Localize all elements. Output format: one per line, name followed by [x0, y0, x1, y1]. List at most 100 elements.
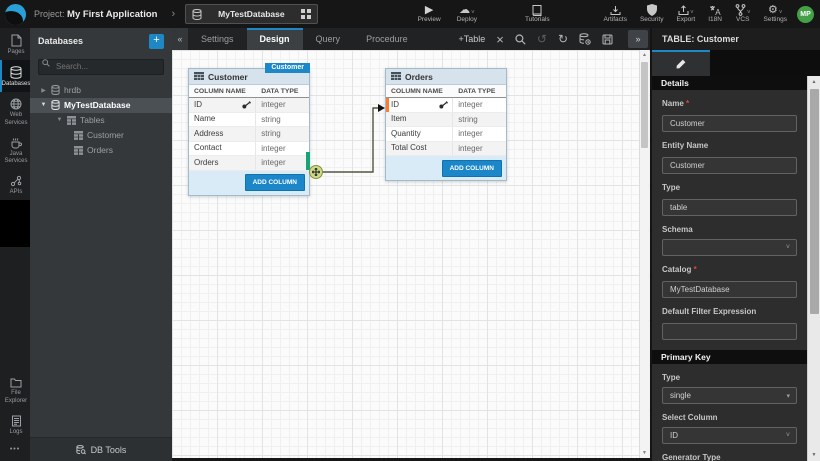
entity-orders[interactable]: Orders COLUMN NAME DATA TYPE ID integer …: [385, 68, 507, 181]
artifacts-button[interactable]: Artifacts: [603, 4, 626, 24]
entity-customer[interactable]: Customer Customer COLUMN NAME DATA TYPE …: [188, 68, 310, 196]
delete-icon[interactable]: ×: [496, 33, 504, 46]
add-column-button[interactable]: ADD COLUMN: [245, 174, 305, 191]
undo-icon[interactable]: ↺: [537, 33, 547, 45]
type-field[interactable]: [662, 199, 797, 216]
name-field[interactable]: [662, 115, 797, 132]
play-icon: ▶: [425, 4, 433, 16]
scroll-down-icon[interactable]: ▼: [640, 450, 649, 456]
inspector-vertical-scrollbar[interactable]: ▲ ▼: [807, 76, 820, 461]
generator-type-label: Generator Type: [662, 453, 797, 461]
relation-move-anchor[interactable]: [309, 165, 323, 179]
zoom-search-icon[interactable]: [515, 34, 526, 45]
tree-item-mytestdatabase[interactable]: ▼ MyTestDatabase: [30, 98, 172, 113]
search-input[interactable]: [38, 59, 164, 75]
rail-dark-panel: [0, 200, 30, 247]
column-row-item[interactable]: Item string: [386, 113, 506, 128]
redo-icon[interactable]: ↻: [558, 33, 568, 45]
schema-select[interactable]: ˅: [662, 239, 797, 256]
db-update-icon[interactable]: [579, 33, 591, 45]
design-tab-bar: « Settings Design Query Procedure +Table…: [172, 28, 650, 50]
entity-name-field[interactable]: [662, 157, 797, 174]
filter-expression-label: Default Filter Expression: [662, 307, 797, 316]
db-tools-button[interactable]: DB Tools: [30, 437, 172, 461]
chevron-down-icon: ˅: [786, 432, 790, 439]
user-avatar[interactable]: MP: [797, 6, 814, 23]
vcs-button[interactable]: ˅ VCS: [735, 4, 751, 24]
database-icon: [51, 85, 60, 95]
select-column-label: Select Column: [662, 413, 797, 422]
tab-settings[interactable]: Settings: [188, 28, 247, 50]
section-primary-key: Primary Key: [652, 350, 807, 364]
scroll-down-icon[interactable]: ▼: [808, 452, 820, 458]
sidebar-item-databases[interactable]: Databases: [0, 60, 30, 92]
select-column-select[interactable]: ID ˅: [662, 427, 797, 444]
column-row-id[interactable]: ID integer: [386, 98, 506, 113]
caret-expanded-icon[interactable]: ▼: [40, 102, 47, 108]
column-row-orders[interactable]: Orders integer: [189, 156, 309, 171]
search-icon: [42, 59, 50, 67]
canvas-vertical-scrollbar[interactable]: ▲ ▼: [639, 50, 649, 458]
db-tools-icon: [76, 445, 86, 455]
pk-type-select[interactable]: single ▾: [662, 387, 797, 404]
filter-expression-field[interactable]: [662, 323, 797, 340]
entity-header[interactable]: Orders: [386, 69, 506, 85]
table-icon: [67, 116, 76, 125]
sidebar-item-logs[interactable]: Logs: [0, 409, 30, 440]
sidebar-item-file-explorer[interactable]: File Explorer: [0, 371, 30, 408]
wavemaker-logo-icon[interactable]: [5, 4, 26, 25]
i18n-button[interactable]: A I18N: [708, 4, 722, 24]
collapse-panel-button[interactable]: «: [172, 28, 188, 50]
page-icon: [11, 34, 22, 47]
caret-expanded-icon[interactable]: ▼: [56, 117, 63, 123]
tree-item-tables[interactable]: ▼ Tables: [30, 113, 172, 128]
scroll-thumb[interactable]: [810, 89, 819, 314]
type-label: Type: [662, 183, 797, 192]
tutorials-button[interactable]: Tutorials: [525, 4, 550, 24]
expand-panel-button[interactable]: »: [628, 30, 648, 48]
table-icon: [391, 72, 401, 81]
caret-collapsed-icon[interactable]: ▶: [40, 87, 47, 94]
column-row-address[interactable]: Address string: [189, 127, 309, 142]
column-row-name[interactable]: Name string: [189, 113, 309, 128]
database-icon: [10, 66, 22, 79]
more-options-icon[interactable]: •••: [0, 440, 30, 461]
add-table-button[interactable]: +Table: [459, 34, 486, 44]
export-button[interactable]: ˅ Export: [676, 4, 695, 24]
schema-label: Schema: [662, 225, 797, 234]
column-row-id[interactable]: ID integer: [189, 98, 309, 113]
scroll-thumb[interactable]: [641, 62, 648, 148]
coffee-icon: [10, 137, 22, 149]
sidebar-item-apis[interactable]: APIs: [0, 169, 30, 200]
sidebar-item-pages[interactable]: Pages: [0, 28, 30, 60]
column-row-quantity[interactable]: Quantity integer: [386, 127, 506, 142]
move-cross-icon: [312, 168, 320, 176]
table-icon: [194, 72, 204, 81]
preview-button[interactable]: ▶ Preview: [418, 4, 441, 24]
tab-edit-properties[interactable]: [652, 50, 710, 76]
grid-switcher-icon[interactable]: [295, 5, 317, 23]
column-row-contact[interactable]: Contact integer: [189, 142, 309, 157]
log-file-icon: [11, 415, 22, 427]
tab-query[interactable]: Query: [303, 28, 354, 50]
tab-procedure[interactable]: Procedure: [353, 28, 421, 50]
tree-item-hrdb[interactable]: ▶ hrdb: [30, 83, 172, 98]
top-bar: Project: My First Application › MyTestDa…: [0, 0, 820, 28]
save-icon[interactable]: [602, 34, 613, 45]
er-diagram-canvas[interactable]: Customer Customer COLUMN NAME DATA TYPE …: [172, 50, 650, 458]
settings-button[interactable]: ⚙˅ Settings: [764, 4, 788, 24]
add-database-button[interactable]: +: [149, 34, 164, 49]
sidebar-item-java-services[interactable]: Java Services: [0, 131, 30, 169]
deploy-button[interactable]: ☁˅ Deploy: [457, 4, 477, 24]
scroll-up-icon[interactable]: ▲: [640, 52, 649, 58]
tree-item-orders[interactable]: Orders: [30, 143, 172, 158]
scroll-up-icon[interactable]: ▲: [808, 79, 820, 85]
security-button[interactable]: Security: [640, 4, 663, 24]
tree-item-customer[interactable]: Customer: [30, 128, 172, 143]
database-chip[interactable]: MyTestDatabase: [185, 4, 317, 24]
tab-design[interactable]: Design: [247, 28, 303, 50]
catalog-field[interactable]: [662, 281, 797, 298]
column-row-total-cost[interactable]: Total Cost integer: [386, 142, 506, 157]
add-column-button[interactable]: ADD COLUMN: [442, 160, 502, 177]
sidebar-item-web-services[interactable]: Web Services: [0, 92, 30, 130]
